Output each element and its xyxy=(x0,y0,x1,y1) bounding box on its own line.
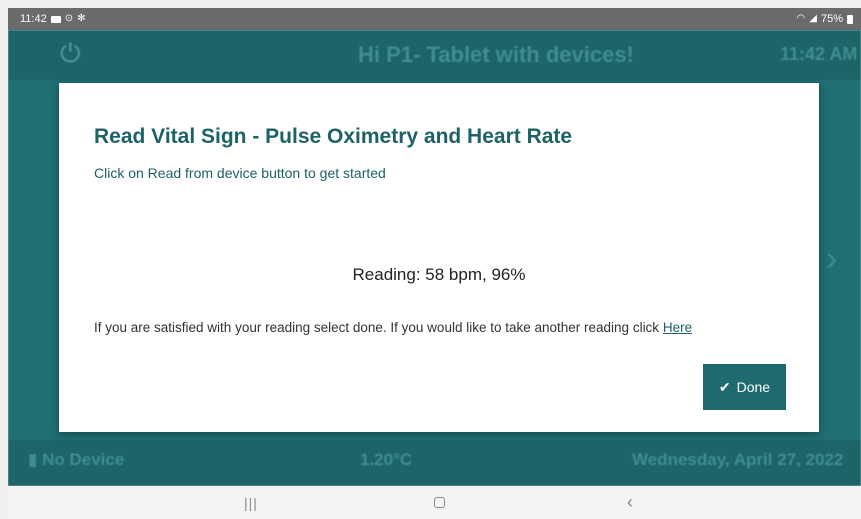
done-label: Done xyxy=(736,379,771,395)
settings-icon: ✻ xyxy=(77,13,86,24)
power-icon[interactable]: ⏻ xyxy=(60,40,86,66)
vital-sign-dialog: Read Vital Sign - Pulse Oximetry and Hea… xyxy=(59,83,819,432)
signal-icon: ◢ xyxy=(809,13,817,24)
done-button[interactable]: ✔ Done xyxy=(703,364,786,410)
check-icon: ✔ xyxy=(718,379,731,395)
app-header-time: 11:42 AM xyxy=(780,44,858,64)
device-icon: ▮ xyxy=(28,450,38,469)
back-icon: ‹ xyxy=(627,492,633,512)
device-status-label: No Device xyxy=(42,450,125,469)
battery-percent: 75% xyxy=(820,13,843,25)
battery-icon xyxy=(847,14,853,24)
gallery-icon xyxy=(50,15,61,23)
home-icon xyxy=(433,497,445,508)
dialog-title: Read Vital Sign - Pulse Oximetry and Hea… xyxy=(94,125,573,148)
temperature-readout: 1.20°C xyxy=(360,450,413,469)
reading-value: Reading: 58 bpm, 96% xyxy=(352,265,526,284)
dialog-subtitle: Click on Read from device button to get … xyxy=(94,165,386,181)
app-header-title: Hi P1- Tablet with devices! xyxy=(358,42,634,67)
instructions-label: If you are satisfied with your reading s… xyxy=(94,320,663,335)
date-readout: Wednesday, April 27, 2022 xyxy=(632,450,844,469)
recents-button[interactable]: ||| xyxy=(231,486,271,519)
home-button[interactable] xyxy=(419,486,459,519)
tablet-screen: 11:42 ⊙ ✻ ◠ ◢ 75% ⏻ Hi P1- Tablet with d… xyxy=(8,8,861,519)
instructions-text: If you are satisfied with your reading s… xyxy=(94,320,692,335)
status-bar: 11:42 ⊙ ✻ ◠ ◢ 75% xyxy=(8,8,861,30)
sync-icon: ⊙ xyxy=(64,13,74,24)
status-left: 11:42 ⊙ ✻ xyxy=(20,13,86,25)
status-right: ◠ ◢ 75% xyxy=(797,13,853,25)
wifi-icon: ◠ xyxy=(796,13,806,24)
chevron-right-icon[interactable]: › xyxy=(826,240,837,279)
status-time: 11:42 xyxy=(20,13,47,25)
device-status: ▮ No Device xyxy=(28,450,124,470)
here-link[interactable]: Here xyxy=(663,320,692,335)
back-button[interactable]: ‹ xyxy=(610,486,650,519)
recents-icon: ||| xyxy=(244,494,258,511)
navigation-bar: ||| ‹ xyxy=(8,486,861,519)
